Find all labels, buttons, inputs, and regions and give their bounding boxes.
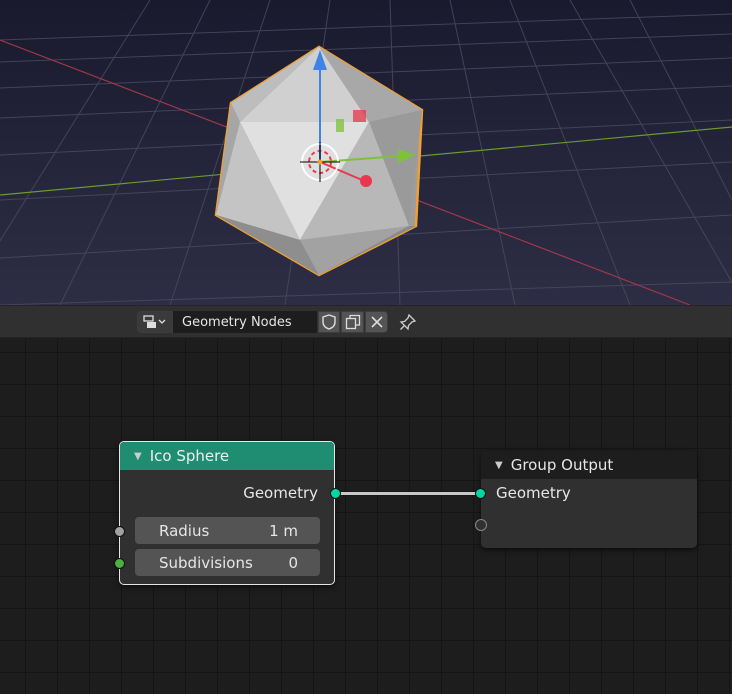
geometry-output-socket[interactable] xyxy=(330,488,341,499)
fake-user-button[interactable] xyxy=(318,311,340,333)
subdivisions-input-socket[interactable] xyxy=(114,558,125,569)
3d-viewport[interactable] xyxy=(0,0,732,305)
collapse-triangle-icon[interactable]: ▼ xyxy=(134,451,142,462)
group-output-node-header[interactable]: ▼ Group Output xyxy=(481,451,697,479)
group-output-node[interactable]: ▼ Group Output Geometry xyxy=(481,451,697,548)
pin-button[interactable] xyxy=(396,311,420,333)
node-tree-name-field[interactable]: Geometry Nodes xyxy=(173,311,317,333)
unlink-button[interactable] xyxy=(365,311,388,333)
duplicate-icon xyxy=(345,314,360,330)
shield-icon xyxy=(322,314,336,330)
collapse-triangle-icon[interactable]: ▼ xyxy=(495,460,503,471)
radius-input-socket[interactable] xyxy=(114,526,125,537)
subdivisions-field[interactable]: Subdivisions 0 xyxy=(135,549,320,576)
geometry-output-label: Geometry xyxy=(243,484,318,502)
radius-field[interactable]: Radius 1 m xyxy=(135,517,320,544)
viewport-scene[interactable] xyxy=(0,0,732,305)
ico-sphere-node-header[interactable]: ▼ Ico Sphere xyxy=(120,442,334,470)
editor-type-button[interactable] xyxy=(137,311,173,333)
geometry-input-socket[interactable] xyxy=(475,488,486,499)
empty-input-socket[interactable] xyxy=(475,519,487,531)
subdivisions-label: Subdivisions xyxy=(159,553,253,572)
ico-sphere-node[interactable]: ▼ Ico Sphere Geometry Radius 1 m Subdivi… xyxy=(119,441,335,585)
ico-sphere-node-title: Ico Sphere xyxy=(149,447,230,465)
close-icon xyxy=(370,316,383,328)
radius-label: Radius xyxy=(159,521,210,540)
node-editor-icon xyxy=(143,315,166,328)
geometry-input-label: Geometry xyxy=(496,484,571,502)
geometry-link[interactable] xyxy=(340,492,480,495)
pin-icon xyxy=(399,313,417,331)
radius-value: 1 m xyxy=(269,521,298,540)
new-copy-button[interactable] xyxy=(341,311,364,333)
group-output-node-title: Group Output xyxy=(510,456,614,474)
subdivisions-value: 0 xyxy=(288,553,298,572)
node-editor-header: Geometry Nodes xyxy=(0,305,732,338)
